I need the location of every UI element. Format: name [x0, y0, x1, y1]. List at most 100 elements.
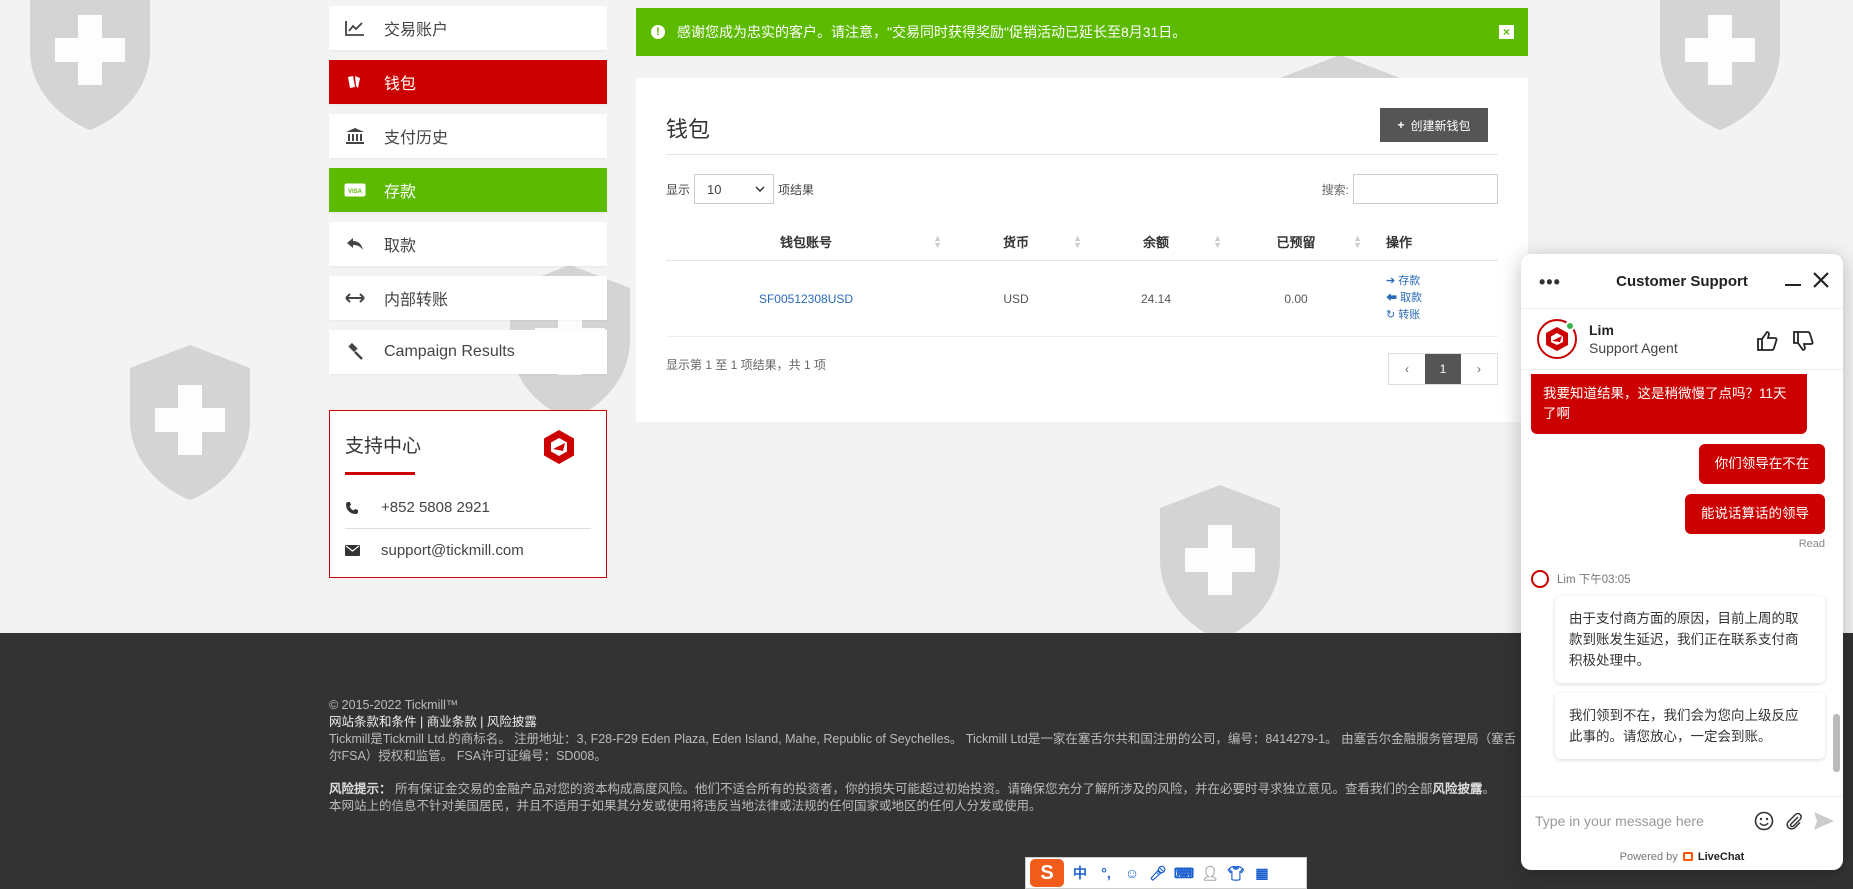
chinese-mode-toggle[interactable]: 中	[1070, 863, 1090, 883]
phone-icon	[345, 501, 365, 515]
transfer-action-link[interactable]: ↻ 转账	[1386, 307, 1498, 324]
punctuation-toggle[interactable]: °,	[1096, 863, 1116, 883]
send-icon[interactable]	[1813, 810, 1835, 832]
chart-line-icon	[344, 19, 366, 37]
results-label: 项结果	[778, 182, 815, 197]
col-header-currency[interactable]: 货币 ▲ ▼	[946, 232, 1086, 251]
table-search: 搜索:	[1322, 174, 1498, 204]
risk-disclosure-link[interactable]: 风险披露	[1433, 782, 1483, 796]
col-header-balance[interactable]: 余额 ▲ ▼	[1086, 232, 1226, 251]
refresh-icon: ↻	[1386, 309, 1399, 321]
support-email-row: support@tickmill.com	[345, 529, 591, 571]
support-center-card: 支持中心 +852 5808 2921 support@tickmill.com	[329, 410, 607, 578]
search-label: 搜索:	[1321, 182, 1349, 197]
svg-text:VISA: VISA	[348, 189, 363, 195]
wallet-table: 钱包账号 ▲ ▼ 货币 ▲ ▼ 余额 ▲ ▼ 已预留 ▲ ▼ 操作 SF00512308USD …	[666, 223, 1498, 337]
page-title: 钱包	[666, 117, 711, 142]
thumbs-down-icon[interactable]	[1791, 329, 1815, 353]
sidebar-nav: 交易账户 钱包 支付历史 VISA 存款 取款 内部转账 Campaign Re…	[329, 6, 607, 384]
user-message: 能说话算话的领导	[1685, 494, 1825, 534]
risk-warning: 风险提示： 所有保证金交易的金融产品对您的资本构成高度风险。他们不适合所有的投资…	[329, 782, 1496, 796]
sidebar-item-wallet[interactable]: 钱包	[329, 60, 607, 104]
copyright: © 2015-2022 Tickmill™	[329, 698, 459, 712]
us-notice: 本网站上的信息不针对美国居民，并且不适用于如果其分发或使用将违反当地法律或法规的…	[329, 799, 1042, 813]
sidebar-item-label: 存款	[384, 184, 417, 201]
sidebar-item-trading-accounts[interactable]: 交易账户	[329, 6, 607, 50]
online-status-dot	[1565, 321, 1575, 331]
sidebar-item-label: 取款	[384, 238, 417, 255]
livechat-logo-icon	[1682, 852, 1693, 861]
support-phone-row: +852 5808 2921	[345, 487, 591, 529]
col-header-account[interactable]: 钱包账号 ▲ ▼	[666, 232, 946, 251]
keyboard-icon[interactable]: ⌨	[1174, 863, 1194, 883]
agent-message: 由于支付商方面的原因，目前上周的取款到账发生延迟，我们正在联系支付商积极处理中。	[1555, 596, 1825, 683]
create-wallet-button[interactable]: + 创建新钱包	[1380, 108, 1488, 142]
balance-cell: 24.14	[1140, 291, 1172, 306]
thumbs-up-icon[interactable]	[1755, 329, 1779, 353]
close-icon[interactable]	[1809, 268, 1833, 292]
show-label: 显示	[666, 182, 691, 197]
sidebar-item-withdraw[interactable]: 取款	[329, 222, 607, 266]
user-icon[interactable]: 👤︎	[1200, 863, 1220, 883]
message-input[interactable]: Type in your message here	[1535, 813, 1753, 829]
sidebar-item-internal-transfer[interactable]: 内部转账	[329, 276, 607, 320]
sort-icon: ▲ ▼	[1353, 232, 1362, 250]
footer-links[interactable]: 网站条款和条件 | 商业条款 | 风险披露	[329, 714, 1519, 731]
col-header-reserved[interactable]: 已预留 ▲ ▼	[1226, 232, 1366, 251]
risk-label: 风险提示：	[329, 782, 392, 796]
grid-menu-icon[interactable]: ▦	[1252, 863, 1272, 883]
sender-name-time: Lim 下午03:05	[1557, 574, 1631, 586]
shield-watermark-icon	[1150, 480, 1290, 645]
envelope-icon	[345, 544, 365, 556]
divider	[666, 154, 1498, 155]
withdraw-action-link[interactable]: ⬅ 取款	[1386, 290, 1498, 307]
prev-page-button[interactable]: ‹	[1389, 354, 1425, 384]
tickmill-logo-icon	[544, 430, 574, 464]
sidebar-item-label: 钱包	[384, 76, 417, 93]
circle-arrow-left-icon: ⬅	[1386, 292, 1401, 304]
sort-icon: ▲ ▼	[1213, 232, 1222, 250]
next-page-button[interactable]: ›	[1461, 354, 1497, 384]
emoji-icon[interactable]	[1753, 810, 1775, 832]
sidebar-item-campaign-results[interactable]: Campaign Results	[329, 330, 607, 374]
sidebar-item-payment-history[interactable]: 支付历史	[329, 114, 607, 158]
powered-by[interactable]: Powered by LiveChat	[1521, 844, 1843, 870]
sort-icon: ▲ ▼	[1073, 232, 1082, 250]
message-composer: Type in your message here	[1521, 796, 1843, 844]
page-length-control: 显示 10 项结果	[666, 174, 814, 204]
col-header-actions: 操作	[1386, 235, 1413, 250]
chevron-down-icon	[755, 186, 765, 192]
reply-arrow-icon	[344, 235, 366, 253]
sidebar-item-label: Campaign Results	[384, 343, 515, 360]
user-message: 你们领导在不在	[1699, 444, 1825, 484]
create-wallet-label: 创建新钱包	[1410, 118, 1471, 133]
sidebar-item-label: 内部转账	[384, 292, 449, 309]
sogou-logo-icon[interactable]: S	[1030, 859, 1064, 887]
page-size-select[interactable]: 10	[694, 174, 775, 204]
minimize-icon[interactable]	[1785, 284, 1801, 286]
avatar	[1537, 319, 1577, 359]
gavel-icon	[344, 343, 366, 361]
livechat-widget: ••• Customer Support Lim Support Agent 我…	[1521, 254, 1843, 870]
sidebar-item-deposit[interactable]: VISA 存款	[329, 168, 607, 212]
page-1-button[interactable]: 1	[1425, 354, 1461, 384]
close-icon[interactable]: ×	[1499, 25, 1514, 39]
shield-watermark-icon	[1650, 0, 1790, 135]
support-email[interactable]: support@tickmill.com	[381, 542, 524, 559]
attachment-icon[interactable]	[1783, 810, 1805, 832]
chat-title: Customer Support	[1616, 272, 1748, 290]
skin-icon[interactable]: 👕︎	[1226, 863, 1246, 883]
wallet-account-link[interactable]: SF00512308USD	[759, 292, 853, 306]
chat-scrollbar[interactable]	[1833, 714, 1840, 772]
page-size-value: 10	[707, 181, 722, 197]
emoji-icon[interactable]: ☺	[1122, 863, 1142, 883]
visa-card-icon: VISA	[344, 181, 366, 199]
support-phone[interactable]: +852 5808 2921	[381, 499, 490, 516]
microphone-icon[interactable]: 🎤︎	[1148, 863, 1168, 883]
title-underline	[345, 472, 415, 475]
table-info: 显示第 1 至 1 项结果，共 1 项	[666, 358, 827, 372]
search-input[interactable]	[1353, 174, 1498, 204]
sidebar-item-label: 交易账户	[384, 22, 449, 39]
shield-watermark-icon	[120, 340, 260, 505]
deposit-action-link[interactable]: ➔ 存款	[1386, 273, 1498, 290]
